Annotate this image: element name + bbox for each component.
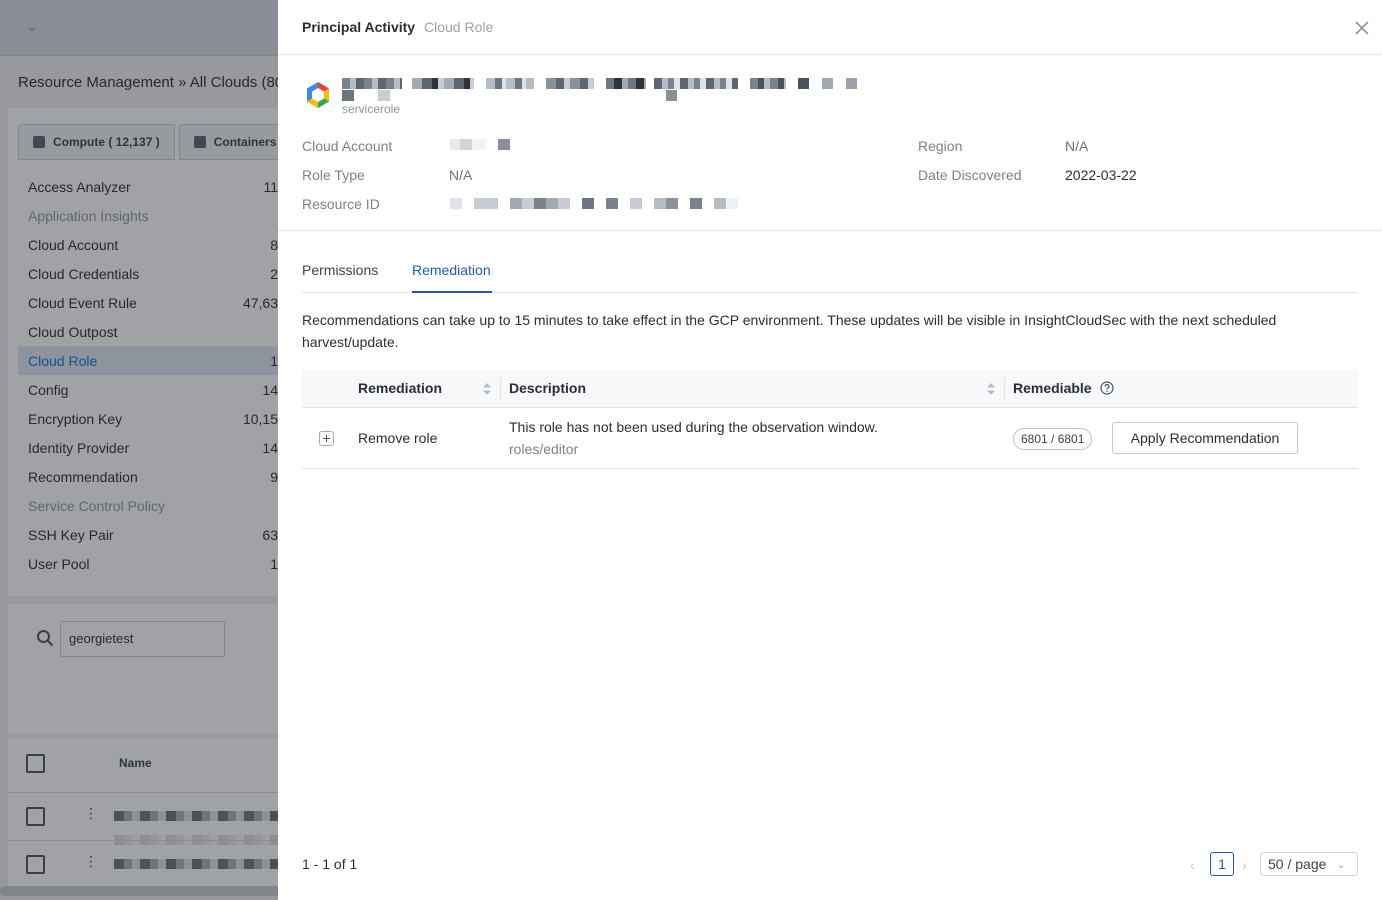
role-type-label: Role Type <box>302 167 365 183</box>
date-discovered-label: Date Discovered <box>918 167 1022 183</box>
table-row: Remove role This role has not been used … <box>302 408 1358 469</box>
question-circle-icon[interactable] <box>1100 381 1114 395</box>
sort-icon[interactable] <box>482 382 492 396</box>
remediation-notice: Recommendations can take up to 15 minute… <box>302 312 1277 350</box>
description-cell: This role has not been used during the o… <box>509 419 878 435</box>
page-number-button[interactable]: 1 <box>1210 852 1234 876</box>
chevron-right-icon[interactable]: › <box>1242 857 1247 873</box>
drawer-title: Principal Activity <box>302 19 416 35</box>
section-divider <box>278 230 1382 231</box>
drawer-header: Principal Activity Cloud Role <box>278 0 1382 55</box>
cloud-account-value-redacted <box>450 139 510 150</box>
drawer-subtitle: Cloud Role <box>424 19 494 35</box>
table-header: Remediation Description Remediable <box>302 370 1358 408</box>
gcp-logo-icon <box>307 82 329 108</box>
column-divider[interactable] <box>500 378 501 400</box>
column-header-remediable[interactable]: Remediable <box>1013 380 1092 396</box>
pagination-range: 1 - 1 of 1 <box>302 856 358 872</box>
date-discovered-value: 2022-03-22 <box>1065 167 1137 183</box>
page-size-value: 50 / page <box>1268 856 1327 872</box>
description-detail: roles/editor <box>509 441 579 457</box>
column-divider[interactable] <box>1004 378 1005 400</box>
drawer-tabs: Permissions Remediation <box>302 252 1358 293</box>
resource-name-redacted <box>342 77 862 103</box>
cloud-account-label: Cloud Account <box>302 138 393 154</box>
tab-permissions[interactable]: Permissions <box>302 262 378 278</box>
active-tab-indicator <box>412 291 492 293</box>
role-type-value: N/A <box>449 167 473 183</box>
sort-icon[interactable] <box>986 382 996 396</box>
principal-activity-drawer: Principal Activity Cloud Role servicerol… <box>278 0 1382 900</box>
remediable-count-badge: 6801 / 6801 <box>1013 428 1093 450</box>
column-header-description[interactable]: Description <box>509 380 586 396</box>
expand-row-icon[interactable] <box>319 431 334 446</box>
apply-recommendation-button[interactable]: Apply Recommendation <box>1112 422 1298 454</box>
region-value: N/A <box>1065 138 1089 154</box>
chevron-down-icon: ⌄ <box>1337 860 1346 871</box>
remediation-cell: Remove role <box>358 430 438 446</box>
column-header-remediation[interactable]: Remediation <box>358 380 442 396</box>
resource-type-label: servicerole <box>342 102 401 116</box>
tab-remediation[interactable]: Remediation <box>412 262 491 278</box>
chevron-left-icon[interactable]: ‹ <box>1190 857 1195 873</box>
region-label: Region <box>918 138 963 154</box>
page-size-select[interactable]: 50 / page ⌄ <box>1260 852 1358 876</box>
resource-id-value-redacted <box>450 198 740 209</box>
close-icon[interactable] <box>1352 18 1372 38</box>
resource-id-label: Resource ID <box>302 196 380 212</box>
